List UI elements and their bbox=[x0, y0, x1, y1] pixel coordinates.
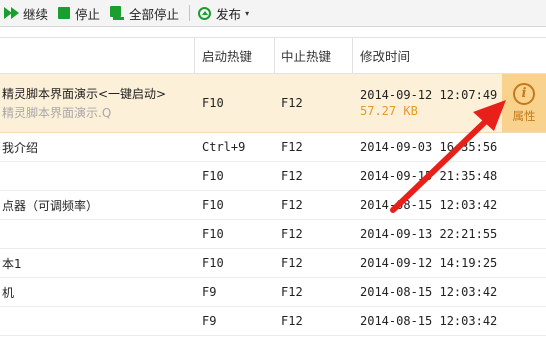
file-size: 57.27 KB bbox=[360, 104, 418, 118]
cell-modified-time: 2014-08-15 12:03:42 bbox=[360, 314, 498, 328]
cell-modified-time: 2014-08-15 12:03:42 bbox=[360, 285, 498, 299]
cell-start-hotkey: F9 bbox=[202, 314, 217, 328]
table-row[interactable]: 机 F9 F12 2014-08-15 12:03:42 bbox=[0, 278, 546, 307]
script-filename: 精灵脚本界面演示.Q bbox=[2, 106, 112, 120]
stop-square-icon bbox=[58, 7, 71, 19]
table-row[interactable]: F10 F12 2014-09-15 21:35:48 bbox=[0, 162, 546, 191]
cell-stop-hotkey: F12 bbox=[281, 96, 303, 110]
properties-button[interactable]: i 属性 bbox=[502, 74, 546, 132]
cell-modified-time: 2014-09-12 14:19:25 bbox=[360, 256, 498, 270]
cell-stop-hotkey: F12 bbox=[281, 198, 303, 212]
info-circle-icon: i bbox=[513, 82, 535, 105]
table-row[interactable]: 点器（可调频率） F10 F12 2014-08-15 12:03:42 bbox=[0, 191, 546, 220]
cell-name: 精灵脚本界面演示<一键启动> 精灵脚本界面演示.Q bbox=[0, 74, 194, 132]
cell-start-hotkey: F10 bbox=[202, 198, 224, 212]
cell-stop-hotkey: F12 bbox=[281, 227, 303, 241]
cell-modified-time: 2014-09-13 22:21:55 bbox=[360, 227, 498, 241]
stop-all-label: 全部停止 bbox=[129, 6, 180, 22]
cell-name bbox=[0, 220, 194, 248]
column-header-modified-time[interactable]: 修改时间 bbox=[352, 38, 546, 73]
modified-time: 2014-09-12 12:07:49 bbox=[360, 88, 498, 102]
cell-start-hotkey: F10 bbox=[202, 227, 224, 241]
table-header: 启动热键 中止热键 修改时间 bbox=[0, 37, 546, 74]
cell-start-hotkey: F10 bbox=[202, 169, 224, 183]
cell-stop-hotkey: F12 bbox=[281, 285, 303, 299]
cell-stop-hotkey: F12 bbox=[281, 140, 303, 154]
column-header-stop-hotkey[interactable]: 中止热键 bbox=[274, 38, 352, 73]
cell-modified-time: 2014-09-15 21:35:48 bbox=[360, 169, 498, 183]
cell-stop-hotkey: F12 bbox=[281, 314, 303, 328]
continue-label: 继续 bbox=[23, 6, 49, 22]
publish-button[interactable]: 发布 ▾ bbox=[194, 2, 255, 24]
cell-name: 我介绍 bbox=[2, 140, 39, 155]
toolbar-divider bbox=[189, 5, 191, 21]
cell-start-hotkey: F9 bbox=[202, 285, 217, 299]
cell-name bbox=[0, 162, 194, 190]
column-header-start-hotkey[interactable]: 启动热键 bbox=[194, 38, 274, 73]
cell-start-hotkey: F10 bbox=[202, 96, 224, 110]
cell-stop-hotkey: F12 bbox=[281, 169, 303, 183]
stop-all-icon bbox=[110, 6, 125, 20]
script-name: 精灵脚本界面演示<一键启动> bbox=[2, 87, 167, 101]
publish-label: 发布 bbox=[216, 6, 242, 22]
column-header-name[interactable] bbox=[0, 38, 194, 73]
cell-name: 点器（可调频率） bbox=[2, 198, 99, 213]
continue-button[interactable]: 继续 bbox=[0, 2, 54, 24]
cell-name: 机 bbox=[2, 285, 15, 300]
table-row[interactable]: 本1 F10 F12 2014-09-12 14:19:25 bbox=[0, 249, 546, 278]
table-row[interactable]: F9 F12 2014-08-15 12:03:42 bbox=[0, 307, 546, 336]
publish-upload-icon bbox=[198, 6, 212, 20]
cell-stop-hotkey: F12 bbox=[281, 256, 303, 270]
cell-name bbox=[0, 307, 194, 335]
properties-label: 属性 bbox=[512, 108, 536, 123]
toolbar: 继续 停止 全部停止 发布 ▾ bbox=[0, 0, 546, 27]
stop-label: 停止 bbox=[75, 6, 101, 22]
chevron-down-icon[interactable]: ▾ bbox=[245, 9, 249, 18]
cell-name: 本1 bbox=[2, 256, 22, 271]
stop-button[interactable]: 停止 bbox=[54, 2, 106, 24]
stop-all-button[interactable]: 全部停止 bbox=[106, 2, 185, 24]
play-double-icon bbox=[4, 7, 19, 19]
table-row[interactable]: F10 F12 2014-09-13 22:21:55 bbox=[0, 220, 546, 249]
cell-modified-time: 2014-08-15 12:03:42 bbox=[360, 198, 498, 212]
table-row-selected[interactable]: 精灵脚本界面演示<一键启动> 精灵脚本界面演示.Q F10 F12 2014-0… bbox=[0, 74, 546, 133]
cell-start-hotkey: F10 bbox=[202, 256, 224, 270]
script-table: 启动热键 中止热键 修改时间 精灵脚本界面演示<一键启动> 精灵脚本界面演示.Q… bbox=[0, 37, 546, 336]
cell-modified-time: 2014-09-03 16:35:56 bbox=[360, 140, 498, 154]
cell-start-hotkey: Ctrl+9 bbox=[202, 140, 246, 154]
table-row[interactable]: 我介绍 Ctrl+9 F12 2014-09-03 16:35:56 bbox=[0, 133, 546, 162]
